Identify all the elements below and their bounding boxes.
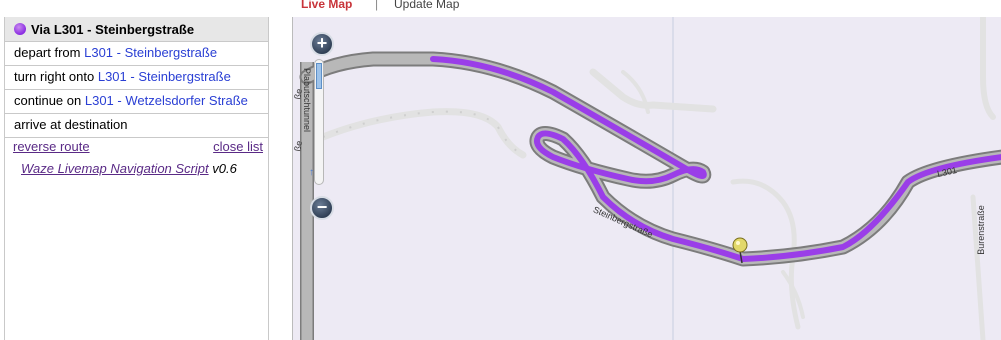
tab-live-map[interactable]: Live Map <box>301 0 352 11</box>
step-action: arrive at destination <box>14 117 128 132</box>
zoom-slider-track[interactable] <box>314 59 324 185</box>
route-line <box>430 56 1001 262</box>
route-links: reverse route close list <box>5 138 268 155</box>
map-canvas <box>299 17 1001 340</box>
route-title: Via L301 - Steinbergstraße <box>31 21 195 37</box>
step-road-link[interactable]: L301 - Wetzelsdorfer Straße <box>85 93 248 108</box>
zoom-in-button[interactable]: + <box>310 32 334 56</box>
route-step: turn right onto L301 - Steinbergstraße <box>5 66 268 90</box>
script-version: v0.6 <box>212 161 237 176</box>
zoom-arrow-up-icon: ↑ <box>309 167 314 178</box>
top-tab-bar: Live Map | Update Map <box>292 0 1001 16</box>
tab-separator: | <box>375 0 379 11</box>
zoom-slider-handle[interactable] <box>316 63 322 89</box>
minor-road <box>980 17 996 120</box>
minor-road <box>589 68 717 113</box>
step-action: depart from <box>14 45 81 60</box>
tab-update-map[interactable]: Update Map <box>394 0 459 11</box>
close-list-link[interactable]: close list <box>213 138 263 155</box>
zoom-out-button[interactable]: − <box>310 196 334 220</box>
step-action: turn right onto <box>14 69 95 84</box>
step-road-link[interactable]: L301 - Steinbergstraße <box>98 69 231 84</box>
street-label-plabutschtunnel: Plabutschtunnel <box>302 67 313 133</box>
route-step: depart from L301 - Steinbergstraße <box>5 42 268 66</box>
route-header[interactable]: Via L301 - Steinbergstraße <box>5 17 268 42</box>
step-road-link[interactable]: L301 - Steinbergstraße <box>84 45 217 60</box>
step-action: continue on <box>14 93 82 108</box>
route-color-dot-icon <box>14 23 26 35</box>
script-credit-link[interactable]: Waze Livemap Navigation Script <box>21 161 209 176</box>
street-label-burenstrasse: Burenstraße <box>975 205 986 255</box>
map-view[interactable]: ße ße Plabutschtunnel Steinbergstraße L3… <box>292 17 1001 340</box>
minor-road <box>319 108 527 159</box>
route-panel: Via L301 - Steinbergstraße depart from L… <box>4 17 269 340</box>
route-step: continue on L301 - Wetzelsdorfer Straße <box>5 90 268 114</box>
script-credit: Waze Livemap Navigation Script v0.6 <box>5 155 268 176</box>
reverse-route-link[interactable]: reverse route <box>13 138 90 155</box>
street-label-edge-2: ße <box>292 139 305 153</box>
route-step: arrive at destination <box>5 114 268 138</box>
